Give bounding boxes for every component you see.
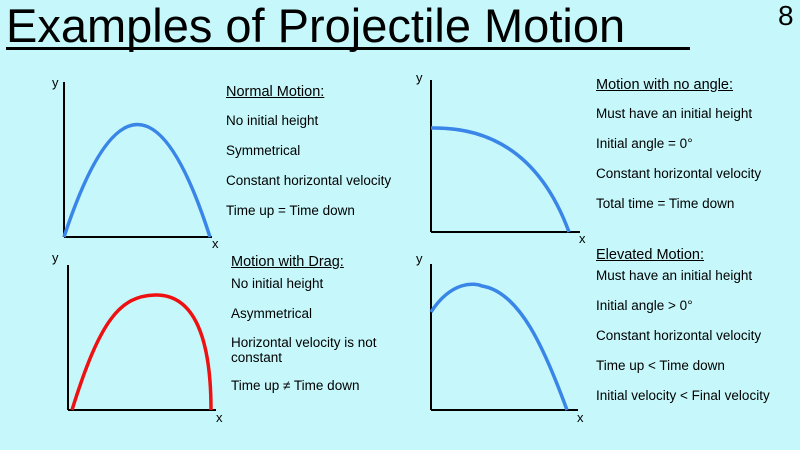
panel-line: Asymmetrical <box>231 306 313 321</box>
graph-elevated-motion: y x <box>416 251 584 425</box>
panel-line: Time up ≠ Time down <box>231 378 360 393</box>
trajectory-curve <box>62 122 212 238</box>
panel-line: Time up = Time down <box>226 203 355 218</box>
panel-line: No initial height <box>231 276 324 291</box>
panel-normal-motion: Normal Motion: No initial height Symmetr… <box>226 84 391 232</box>
panel-heading: Elevated Motion: <box>596 247 705 263</box>
x-axis-label: x <box>216 410 223 425</box>
graph-drag-motion: y x <box>52 250 223 425</box>
panel-heading: Motion with Drag: <box>231 254 344 270</box>
panel-drag-motion: Motion with Drag: No initial height Asym… <box>231 254 391 407</box>
x-axis-label: x <box>579 231 586 246</box>
panel-no-angle-motion: Motion with no angle: Must have an initi… <box>596 77 761 225</box>
x-axis-label: x <box>577 410 584 425</box>
y-axis-label: y <box>52 75 59 90</box>
panel-heading: Motion with no angle: <box>596 77 734 93</box>
panel-line: Time up < Time down <box>596 358 725 373</box>
panel-line: Total time = Time down <box>596 196 735 211</box>
panel-line: No initial height <box>226 113 319 128</box>
trajectory-curve <box>429 282 569 411</box>
y-axis-label: y <box>416 251 423 266</box>
panel-line: Must have an initial height <box>596 268 753 283</box>
panel-line: Initial angle = 0° <box>596 136 693 151</box>
trajectory-curve <box>70 293 213 411</box>
panel-line: Horizontal velocity is not constant <box>231 335 377 365</box>
graph-no-angle-motion: y x <box>416 70 586 246</box>
panel-line: Initial angle > 0° <box>596 298 693 313</box>
panel-line: Must have an initial height <box>596 106 753 121</box>
y-axis-label: y <box>52 250 59 265</box>
panel-line: Initial velocity < Final velocity <box>596 388 770 403</box>
panel-line: Constant horizontal velocity <box>596 328 762 343</box>
panel-elevated-motion: Elevated Motion: Must have an initial he… <box>596 247 770 417</box>
panel-line: Symmetrical <box>226 143 301 158</box>
panel-line: Constant horizontal velocity <box>226 173 392 188</box>
panel-line: Constant horizontal velocity <box>596 166 762 181</box>
trajectory-curve <box>430 126 571 233</box>
y-axis-label: y <box>416 70 423 85</box>
graph-normal-motion: y x <box>52 75 219 251</box>
panel-heading: Normal Motion: <box>226 84 325 100</box>
x-axis-label: x <box>212 236 219 251</box>
